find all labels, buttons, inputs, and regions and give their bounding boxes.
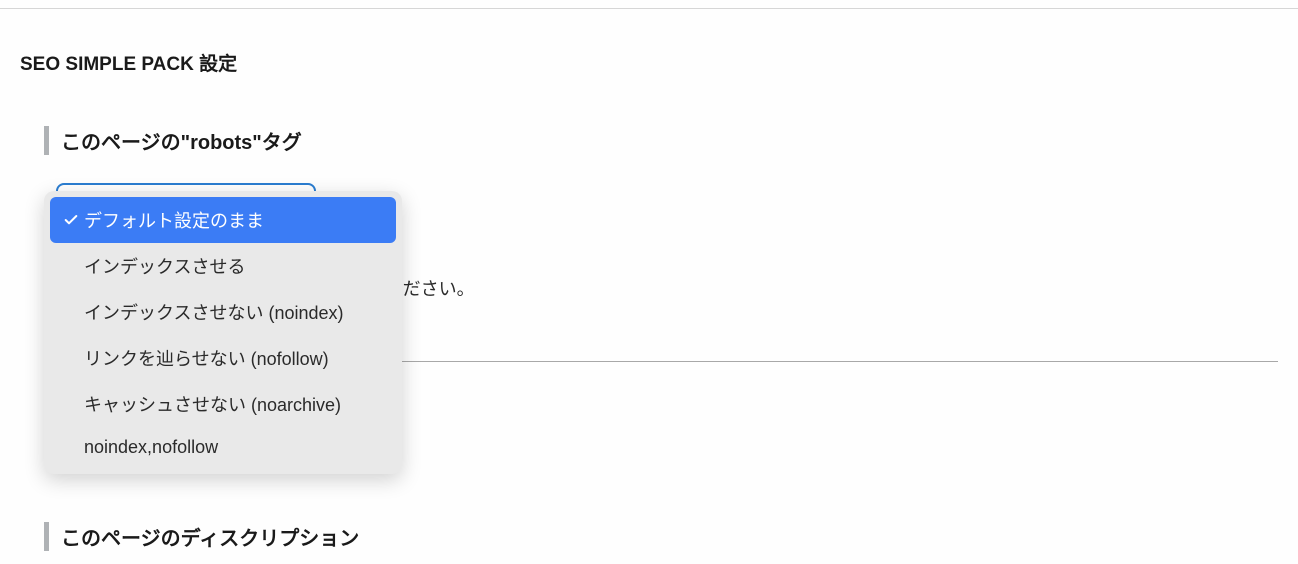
dropdown-option-default[interactable]: デフォルト設定のまま	[50, 197, 396, 243]
dropdown-option-label: キャッシュさせない (noarchive)	[82, 391, 341, 417]
dropdown-option-index[interactable]: インデックスさせる	[50, 243, 396, 289]
dropdown-option-noindex-nofollow[interactable]: noindex,nofollow	[50, 427, 396, 468]
page-title: SEO SIMPLE PACK 設定	[20, 49, 1278, 76]
robots-heading: このページの"robots"タグ	[44, 126, 1278, 155]
dropdown-option-noarchive[interactable]: キャッシュさせない (noarchive)	[50, 381, 396, 427]
dropdown-option-label: noindex,nofollow	[82, 437, 218, 458]
robots-dropdown: デフォルト設定のまま インデックスさせる インデックスさせない (noindex…	[44, 191, 402, 474]
dropdown-option-label: インデックスさせる	[82, 253, 245, 279]
robots-section: このページの"robots"タグ デフォルト設定のまま デフォルト設定のまま イ…	[20, 126, 1278, 301]
dropdown-option-label: リンクを辿らせない (nofollow)	[82, 345, 329, 371]
dropdown-option-nofollow[interactable]: リンクを辿らせない (nofollow)	[50, 335, 396, 381]
description-heading: このページのディスクリプション	[44, 522, 1278, 551]
check-icon	[60, 212, 82, 228]
dropdown-option-noindex[interactable]: インデックスさせない (noindex)	[50, 289, 396, 335]
dropdown-option-label: デフォルト設定のまま	[82, 207, 264, 233]
dropdown-option-label: インデックスさせない (noindex)	[82, 299, 344, 325]
